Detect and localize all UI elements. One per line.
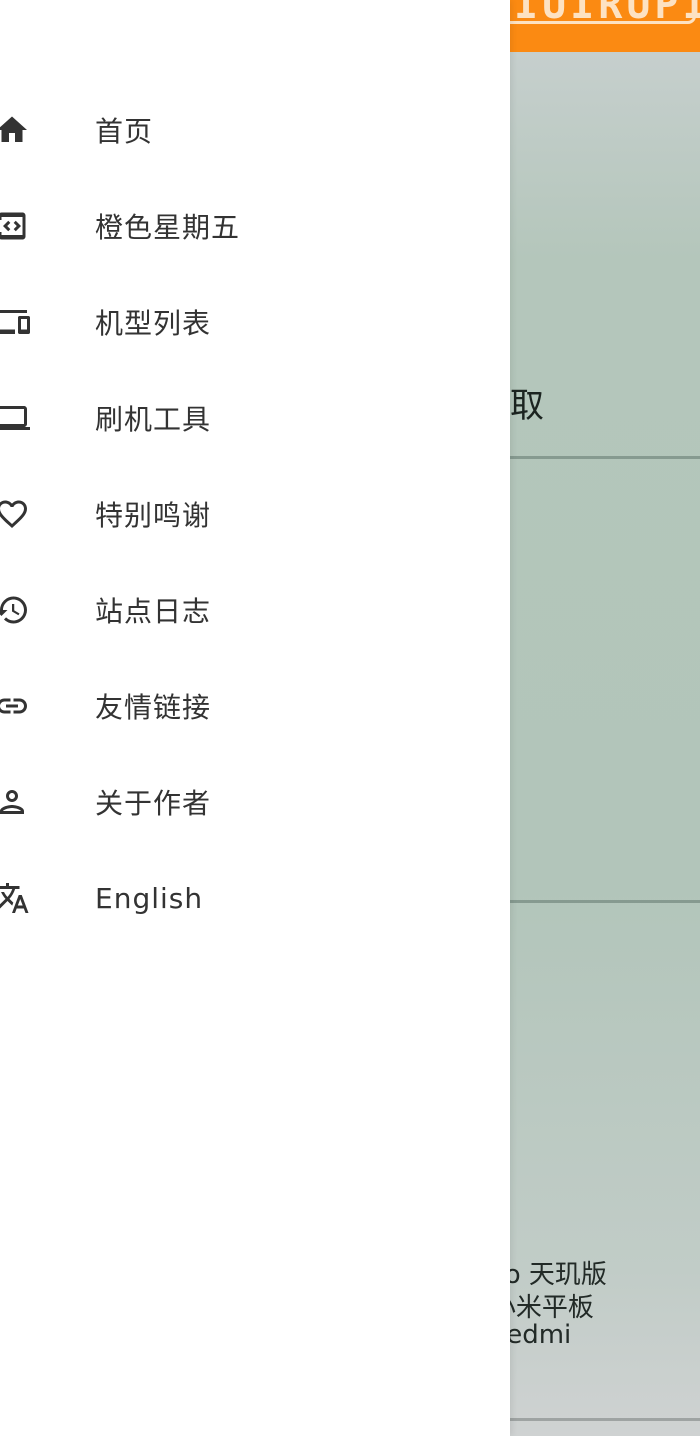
drawer-item-label: 刷机工具 xyxy=(95,403,212,436)
drawer-item-device-list[interactable]: 机型列表 xyxy=(0,274,510,370)
drawer-item-language[interactable]: English xyxy=(0,850,510,946)
navigation-drawer: 首页 橙色星期五 机型列表 刷机工具 特别鸣谢 站点日志 友情链接 关于作者 E… xyxy=(0,0,510,1436)
drawer-item-label: 友情链接 xyxy=(95,691,212,724)
logo-text: IUIRUPIU xyxy=(514,0,700,28)
history-icon xyxy=(0,590,32,630)
drawer-item-site-log[interactable]: 站点日志 xyxy=(0,562,510,658)
drawer-item-label: 特别鸣谢 xyxy=(95,499,212,532)
person-icon xyxy=(0,782,32,822)
drawer-item-label: English xyxy=(95,881,204,915)
drawer-item-label: 首页 xyxy=(95,115,154,148)
home-icon xyxy=(0,110,32,150)
devices-icon xyxy=(0,302,32,342)
drawer-item-orange-friday[interactable]: 橙色星期五 xyxy=(0,178,510,274)
laptop-icon xyxy=(0,398,32,438)
drawer-item-home[interactable]: 首页 xyxy=(0,82,510,178)
drawer-item-flash-tools[interactable]: 刷机工具 xyxy=(0,370,510,466)
drawer-item-label: 机型列表 xyxy=(95,307,212,340)
translate-icon xyxy=(0,878,32,918)
link-icon xyxy=(0,686,32,726)
drawer-item-label: 关于作者 xyxy=(95,787,212,820)
code-bracket-icon xyxy=(0,206,32,246)
drawer-item-about-author[interactable]: 关于作者 xyxy=(0,754,510,850)
drawer-item-special-thanks[interactable]: 特别鸣谢 xyxy=(0,466,510,562)
drawer-menu: 首页 橙色星期五 机型列表 刷机工具 特别鸣谢 站点日志 友情链接 关于作者 E… xyxy=(0,82,510,946)
drawer-item-label: 站点日志 xyxy=(95,595,212,628)
drawer-item-label: 橙色星期五 xyxy=(95,211,241,244)
drawer-item-friend-links[interactable]: 友情链接 xyxy=(0,658,510,754)
heart-icon xyxy=(0,494,32,534)
